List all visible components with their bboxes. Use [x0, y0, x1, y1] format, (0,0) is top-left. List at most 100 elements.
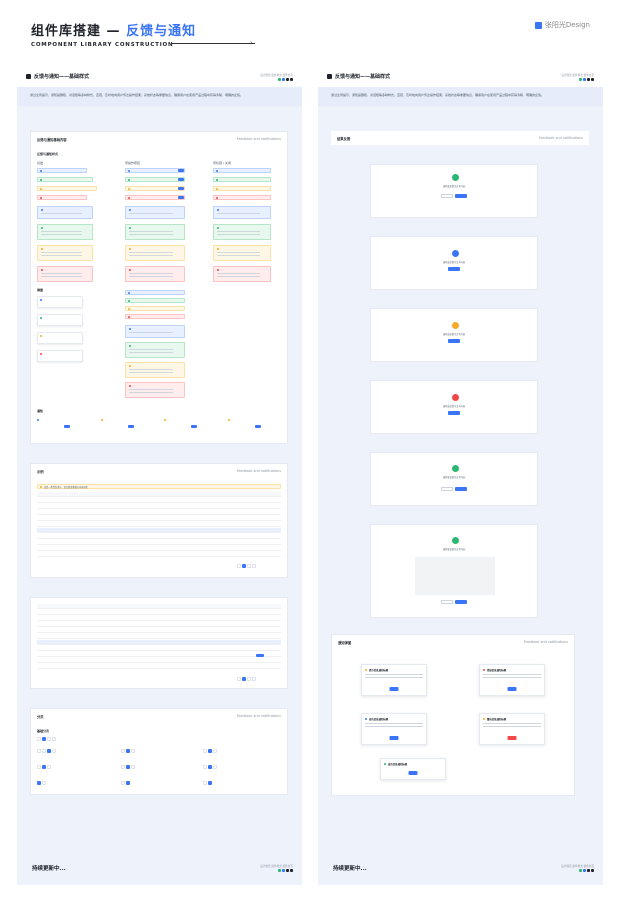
- pagination: [37, 749, 56, 753]
- notify-confirm-button[interactable]: [128, 425, 134, 428]
- table-row[interactable]: [37, 634, 281, 639]
- table-row[interactable]: [37, 498, 281, 503]
- page-button[interactable]: [252, 677, 256, 681]
- message-action-button[interactable]: [178, 196, 184, 199]
- card-title: 示例: [37, 469, 44, 474]
- notify-confirm-button[interactable]: [255, 425, 261, 428]
- message-warning-action: [125, 186, 185, 191]
- page-button-active[interactable]: [126, 781, 130, 785]
- popup-button[interactable]: [389, 687, 399, 691]
- result-text: 操作成功提示文字内容: [443, 548, 465, 551]
- page-button[interactable]: [37, 737, 41, 741]
- result-success: 操作成功提示文字内容: [370, 452, 538, 506]
- page-button[interactable]: [247, 677, 251, 681]
- page-button[interactable]: [121, 749, 125, 753]
- table-row[interactable]: [37, 652, 281, 657]
- page-button-active[interactable]: [242, 564, 246, 568]
- page-button-active[interactable]: [242, 677, 246, 681]
- swatch: [278, 77, 281, 81]
- page-button-active[interactable]: [42, 737, 46, 741]
- page-button[interactable]: [203, 765, 207, 769]
- page-button[interactable]: [47, 737, 51, 741]
- page-button[interactable]: [47, 765, 51, 769]
- table-header: [37, 492, 281, 497]
- cancel-button[interactable]: [441, 194, 453, 198]
- popup-button[interactable]: [389, 736, 399, 740]
- result-warning: 操作成功提示文字内容: [370, 308, 538, 362]
- swatch: [282, 77, 285, 81]
- page-button[interactable]: [37, 749, 41, 753]
- pagination: [121, 765, 135, 769]
- page-button[interactable]: [37, 765, 41, 769]
- table-row[interactable]: [37, 664, 281, 669]
- table-row-selected[interactable]: [37, 528, 281, 533]
- confirm-button[interactable]: [455, 600, 467, 604]
- alert-warning-close: [213, 245, 271, 261]
- table-row[interactable]: [37, 628, 281, 633]
- message-action-button[interactable]: [178, 187, 184, 190]
- confirm-button[interactable]: [448, 267, 460, 271]
- arrow-right-icon: ›: [250, 39, 253, 47]
- page-button-active[interactable]: [208, 765, 212, 769]
- page-button[interactable]: [252, 564, 256, 568]
- cancel-button[interactable]: [441, 487, 453, 491]
- confirm-button[interactable]: [455, 487, 467, 491]
- right-panel: 反馈与通知——基础样式 设计规范 组件样式 组件交互 通过全局提示、通知提醒框、…: [318, 66, 603, 885]
- table-row[interactable]: [37, 658, 281, 663]
- message-info-close: [213, 168, 271, 173]
- cancel-button[interactable]: [441, 600, 453, 604]
- confirm-button[interactable]: [455, 194, 467, 198]
- page-button[interactable]: [213, 749, 217, 753]
- message-error-action: [125, 195, 185, 200]
- page-button[interactable]: [52, 737, 56, 741]
- table-row[interactable]: [37, 540, 281, 545]
- message-action-button[interactable]: [178, 169, 184, 172]
- card-title: 反馈与通知基础内容: [37, 137, 67, 142]
- table-row[interactable]: [37, 616, 281, 621]
- page-button-active[interactable]: [208, 749, 212, 753]
- popup-button[interactable]: [507, 687, 517, 691]
- page-button[interactable]: [42, 749, 46, 753]
- page-button[interactable]: [237, 677, 241, 681]
- notify-confirm-button[interactable]: [64, 425, 70, 428]
- confirm-button[interactable]: [448, 339, 460, 343]
- page-button-active[interactable]: [37, 781, 41, 785]
- table-row[interactable]: [37, 546, 281, 551]
- page-button[interactable]: [131, 765, 135, 769]
- popup-button[interactable]: [507, 736, 517, 740]
- table-row[interactable]: [37, 646, 281, 651]
- page-button[interactable]: [121, 765, 125, 769]
- table-row[interactable]: [37, 552, 281, 557]
- confirm-button[interactable]: [448, 411, 460, 415]
- color-swatches: [579, 869, 594, 872]
- table-row-selected[interactable]: [37, 640, 281, 645]
- page-button-active[interactable]: [208, 781, 212, 785]
- page-button[interactable]: [247, 564, 251, 568]
- panel-meta: 设计规范 组件样式 组件交互: [561, 73, 594, 77]
- page-button[interactable]: [203, 781, 207, 785]
- table-row[interactable]: [37, 510, 281, 515]
- notify-confirm-button[interactable]: [191, 425, 197, 428]
- alert-success: [37, 224, 93, 240]
- page-button[interactable]: [52, 749, 56, 753]
- page-button-active[interactable]: [42, 765, 46, 769]
- table-row[interactable]: [37, 504, 281, 509]
- column-label: 带操作按钮: [125, 161, 141, 165]
- table-row[interactable]: [37, 534, 281, 539]
- page-button-active[interactable]: [47, 749, 51, 753]
- page-button[interactable]: [213, 765, 217, 769]
- popup-button[interactable]: [408, 771, 418, 775]
- table-row[interactable]: [37, 610, 281, 615]
- row-action-button[interactable]: [256, 654, 264, 657]
- page-button[interactable]: [131, 749, 135, 753]
- page-button[interactable]: [42, 781, 46, 785]
- message-action-button[interactable]: [178, 178, 184, 181]
- table-row[interactable]: [37, 522, 281, 527]
- page-button-active[interactable]: [126, 765, 130, 769]
- page-button[interactable]: [121, 781, 125, 785]
- page-button[interactable]: [203, 749, 207, 753]
- table-row[interactable]: [37, 516, 281, 521]
- page-button-active[interactable]: [126, 749, 130, 753]
- table-row[interactable]: [37, 622, 281, 627]
- page-button[interactable]: [237, 564, 241, 568]
